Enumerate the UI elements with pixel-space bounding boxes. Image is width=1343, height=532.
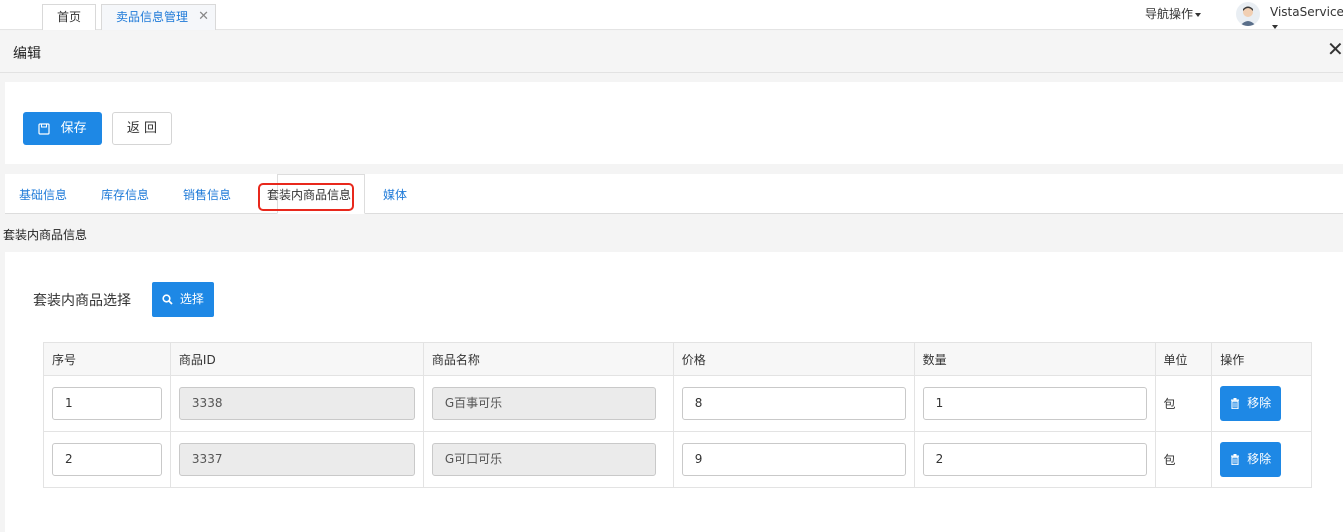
price-input[interactable]: 8	[681, 387, 906, 420]
nav-operations-menu[interactable]: 导航操作	[1145, 5, 1202, 22]
chevron-down-icon	[1272, 24, 1278, 29]
table-header-row: 序号 商品ID 商品名称 价格 数量 单位 操作	[43, 342, 1312, 376]
tab-label: 卖品信息管理	[116, 10, 189, 24]
username: VistaService	[1270, 5, 1343, 19]
seq-input[interactable]: 1	[52, 387, 162, 420]
nav-operations-label: 导航操作	[1145, 7, 1194, 21]
save-icon	[38, 122, 51, 135]
seq-input[interactable]: 2	[52, 443, 162, 476]
selector-label: 套装内商品选择	[33, 293, 131, 309]
col-header-unit: 单位	[1154, 342, 1213, 376]
top-bar: 首页 卖品信息管理 ✕ 导航操作 VistaService	[0, 0, 1343, 30]
section-tabs: 基础信息 库存信息 销售信息 套装内商品信息 媒体	[5, 174, 1343, 214]
chevron-down-icon	[1195, 12, 1202, 17]
edit-header: 编辑 ✕	[0, 31, 1343, 73]
save-label: 保存	[60, 121, 87, 136]
tab-inventory-info[interactable]: 库存信息	[101, 186, 149, 203]
col-header-qty: 数量	[913, 342, 1156, 376]
tab-home[interactable]: 首页	[42, 4, 96, 30]
col-header-seq: 序号	[43, 342, 171, 376]
product-name-field: G百事可乐	[431, 387, 656, 420]
avatar[interactable]	[1236, 2, 1260, 26]
product-id-field: 3338	[178, 387, 415, 420]
tab-basic-info[interactable]: 基础信息	[19, 186, 67, 203]
select-label: 选择	[179, 292, 204, 306]
save-button[interactable]: 保存	[23, 112, 102, 145]
close-icon[interactable]: ✕	[1327, 39, 1343, 59]
trash-icon	[1231, 398, 1240, 409]
section-label: 套装内商品信息	[3, 228, 88, 242]
col-header-action: 操作	[1211, 342, 1312, 376]
tab-sales-info[interactable]: 销售信息	[183, 186, 231, 203]
product-id-field: 3337	[178, 443, 415, 476]
user-avatar-icon	[1240, 6, 1256, 26]
user-menu[interactable]: VistaService	[1270, 5, 1343, 33]
table-row: 2 3337 G可口可乐 9 2 包 移除	[43, 431, 1312, 488]
quantity-input[interactable]: 1	[922, 387, 1147, 420]
action-bar: 保存 返 回	[5, 82, 1343, 164]
quantity-input[interactable]: 2	[922, 443, 1147, 476]
bundle-items-table: 序号 商品ID 商品名称 价格 数量 单位 操作 1 3338 G百事可乐 8 …	[43, 342, 1312, 488]
col-header-id: 商品ID	[169, 342, 424, 376]
tab-sale-item-management[interactable]: 卖品信息管理 ✕	[101, 4, 216, 30]
unit-cell: 包	[1154, 375, 1213, 432]
close-tab-icon[interactable]: ✕	[198, 5, 209, 29]
price-input[interactable]: 9	[681, 443, 906, 476]
trash-icon	[1231, 454, 1240, 465]
back-button[interactable]: 返 回	[112, 112, 172, 145]
unit-cell: 包	[1154, 431, 1213, 488]
bundle-items-card: 套装内商品选择 选择 序号 商品ID 商品名称 价格 数量 单位 操作 1 33…	[5, 252, 1343, 532]
col-header-name: 商品名称	[422, 342, 674, 376]
tab-media[interactable]: 媒体	[383, 186, 407, 203]
select-button[interactable]: 选择	[152, 282, 214, 317]
page-title: 编辑	[13, 46, 41, 62]
search-icon	[162, 294, 173, 305]
remove-label: 移除	[1247, 452, 1272, 466]
product-name-field: G可口可乐	[431, 443, 656, 476]
remove-button[interactable]: 移除	[1220, 442, 1282, 477]
tab-bundle-items-label[interactable]: 套装内商品信息	[265, 186, 353, 203]
remove-label: 移除	[1247, 396, 1272, 410]
remove-button[interactable]: 移除	[1220, 386, 1282, 421]
col-header-price: 价格	[672, 342, 915, 376]
table-row: 1 3338 G百事可乐 8 1 包 移除	[43, 375, 1312, 432]
